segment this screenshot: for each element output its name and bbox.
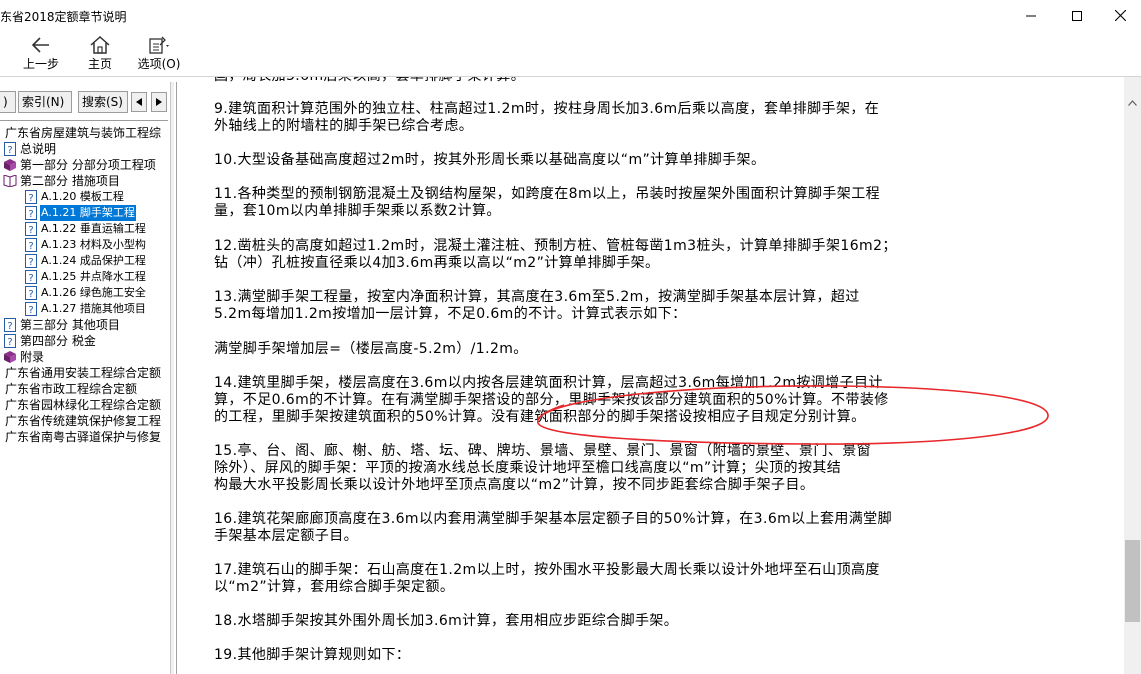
minimize-button[interactable] (1008, 0, 1054, 31)
scrollbar-thumb[interactable] (1125, 540, 1140, 622)
svg-text:?: ? (28, 209, 33, 220)
toolbar: 上一步 主页 选项(O) (0, 31, 1141, 76)
tree-item[interactable]: ? A.1.26 绿色施工安全 (24, 285, 147, 301)
tree-item[interactable]: 附录 (3, 349, 45, 365)
help-page-icon: ? (24, 222, 38, 236)
svg-text:?: ? (28, 193, 33, 204)
nav-tab-strip: ) 索引(N) 搜索(S) (0, 88, 170, 113)
tree-item[interactable]: ? A.1.20 模板工程 (24, 189, 125, 205)
content-line: 11.各种类型的预制钢筋混凝土及钢结构屋架，如跨度在8m以上，吊装时按屋架外围面… (214, 186, 881, 202)
svg-text:?: ? (28, 257, 33, 268)
content-line: 18.水塔脚手架按其外围外周长加3.6m计算，套用相应步距综合脚手架。 (214, 613, 679, 629)
svg-text:?: ? (28, 289, 33, 300)
tree-item[interactable]: ? 第三部分 其他项目 (3, 317, 121, 333)
tab-scroll-right-button[interactable] (151, 92, 167, 112)
content-line: 除外）、屏风的脚手架：平顶的按滴水线总长度乘设计地坪至檐口线高度以“m”计算；尖… (214, 460, 842, 476)
svg-text:?: ? (7, 145, 12, 156)
book-closed-icon (3, 158, 17, 172)
tab-search[interactable]: 搜索(S) (78, 91, 128, 113)
help-page-icon: ? (24, 238, 38, 252)
home-button-label: 主页 (87, 57, 112, 71)
content-line: 钻（冲）孔桩按直径乘以4加3.6m再乘以高以“m2”计算单排脚手架。 (214, 255, 660, 271)
tree-item[interactable]: 第二部分 措施项目 (3, 173, 121, 189)
help-page-icon: ? (3, 334, 17, 348)
triangle-left-icon (136, 98, 142, 106)
pane-splitter[interactable] (170, 82, 174, 674)
close-icon (1114, 10, 1126, 21)
tree-item-selected[interactable]: ? A.1.21 脚手架工程 (24, 205, 136, 221)
content-line: 构最大水平投影周长乘以设计外地坪至顶点高度以“m2”计算，按不同步距套综合脚手架… (214, 477, 815, 493)
triangle-right-icon (156, 98, 162, 106)
home-icon (90, 36, 110, 54)
svg-text:?: ? (28, 241, 33, 252)
tree-item[interactable]: ? A.1.24 成品保护工程 (24, 253, 147, 269)
back-button-label: 上一步 (22, 57, 59, 71)
content-line: 12.凿桩头的高度如超过1.2m时，混凝土灌注桩、预制方桩、管桩每凿1m3桩头，… (214, 238, 897, 254)
book-open-icon (3, 174, 17, 188)
content-line: 10.大型设备基础高度超过2m时，按其外形周长乘以基础高度以“m”计算单排脚手架… (214, 152, 766, 168)
tree-item[interactable]: ? A.1.27 措施其他项目 (24, 301, 147, 317)
content-line: 9.建筑面积计算范围外的独立柱、柱高超过1.2m时，按柱身周长加3.6m后乘以高… (214, 101, 880, 117)
tree-item[interactable]: ? A.1.23 材料及小型构 (24, 237, 147, 253)
help-page-icon: ? (3, 142, 17, 156)
minimize-icon (1026, 15, 1036, 16)
tree-item[interactable]: 广东省通用安装工程综合定额 (4, 365, 162, 381)
options-button-label: 选项(O) (137, 57, 181, 71)
back-arrow-icon (32, 37, 49, 53)
tree-item[interactable]: ? A.1.25 井点降水工程 (24, 269, 147, 285)
tree-item[interactable]: 广东省南粤古驿道保护与修复 (4, 429, 162, 445)
svg-text:?: ? (7, 321, 12, 332)
content-line: 国，局长加3.6m后乘以高，套单排脚手架计算。 (214, 77, 1094, 85)
home-button[interactable]: 主页 (80, 34, 120, 74)
tree-item[interactable]: 广东省园林绿化工程综合定额 (4, 397, 162, 413)
annotation-ellipse (537, 385, 1049, 445)
tree-item[interactable]: ? 第四部分 税金 (3, 333, 97, 349)
help-page-icon: ? (24, 286, 38, 300)
help-page-icon: ? (24, 206, 38, 220)
tree-item[interactable]: 第一部分 分部分项工程项 (3, 157, 157, 173)
chevron-up-icon (1128, 99, 1137, 106)
content-line: 以“m2”计算，套用综合脚手架定额。 (214, 579, 455, 595)
content-line: 手架基本层定额子目。 (214, 528, 358, 544)
contents-tree: 广东省房屋建筑与装饰工程综 ? 总说明 第一部分 分部分项工程项 第二部分 措施… (0, 120, 168, 540)
tab-contents[interactable]: ) (0, 91, 16, 113)
tree-item[interactable]: 广东省市政工程综合定额 (4, 381, 138, 397)
maximize-icon (1072, 10, 1082, 21)
topic-content: 国，局长加3.6m后乘以高，套单排脚手架计算。 9.建筑面积计算范围外的独立柱、… (177, 77, 1123, 674)
tree-item[interactable]: 广东省传统建筑保护修复工程 (4, 413, 162, 429)
tree-item[interactable]: ? A.1.22 垂直运输工程 (24, 221, 147, 237)
svg-text:?: ? (28, 273, 33, 284)
content-line: 量，套10m以内单排脚手架乘以系数2计算。 (214, 203, 501, 219)
back-button[interactable]: 上一步 (18, 34, 64, 74)
content-line: 16.建筑花架廊廊顶高度在3.6m以内套用满堂脚手架基本层定额子目的50%计算，… (214, 511, 892, 527)
help-page-icon: ? (3, 318, 17, 332)
window-title: 东省2018定额章节说明 (0, 10, 127, 24)
svg-text:?: ? (7, 337, 12, 348)
tree-item[interactable]: 广东省房屋建筑与装饰工程综 (4, 125, 162, 141)
scroll-up-button[interactable] (1124, 94, 1141, 111)
svg-text:?: ? (28, 225, 33, 236)
maximize-button[interactable] (1054, 0, 1100, 31)
content-line: 外轴线上的附墙柱的脚手架已综合考虑。 (214, 118, 474, 134)
tree-item[interactable]: ? 总说明 (3, 141, 57, 157)
content-line: 17.建筑石山的脚手架：石山高度在1.2m以上时，按外围水平投影最大周长乘以设计… (214, 562, 880, 578)
help-page-icon: ? (24, 270, 38, 284)
options-icon (149, 36, 169, 54)
content-line: 满堂脚手架增加层=（楼层高度-5.2m）/1.2m。 (214, 341, 528, 357)
svg-text:?: ? (28, 305, 33, 316)
content-scrollbar[interactable] (1124, 77, 1141, 674)
help-page-icon: ? (24, 302, 38, 316)
title-bar: 东省2018定额章节说明 (0, 0, 1141, 31)
content-line: 13.满堂脚手架工程量，按室内净面积计算，其高度在3.6m至5.2m，按满堂脚手… (214, 289, 860, 305)
content-line: 5.2m每增加1.2m按增加一层计算，不足0.6m的不计。计算式表示如下： (214, 306, 687, 322)
content-line: 19.其他脚手架计算规则如下： (214, 647, 411, 663)
tab-index[interactable]: 索引(N) (18, 91, 72, 113)
help-page-icon: ? (24, 190, 38, 204)
close-button[interactable] (1097, 0, 1141, 31)
help-page-icon: ? (24, 254, 38, 268)
book-closed-icon (3, 350, 17, 364)
tab-scroll-left-button[interactable] (131, 92, 147, 112)
navigation-pane: ) 索引(N) 搜索(S) 广东省房屋建筑与装饰工程综 ? 总说明 第一部分 分… (0, 82, 170, 674)
options-button[interactable]: 选项(O) (134, 34, 184, 74)
